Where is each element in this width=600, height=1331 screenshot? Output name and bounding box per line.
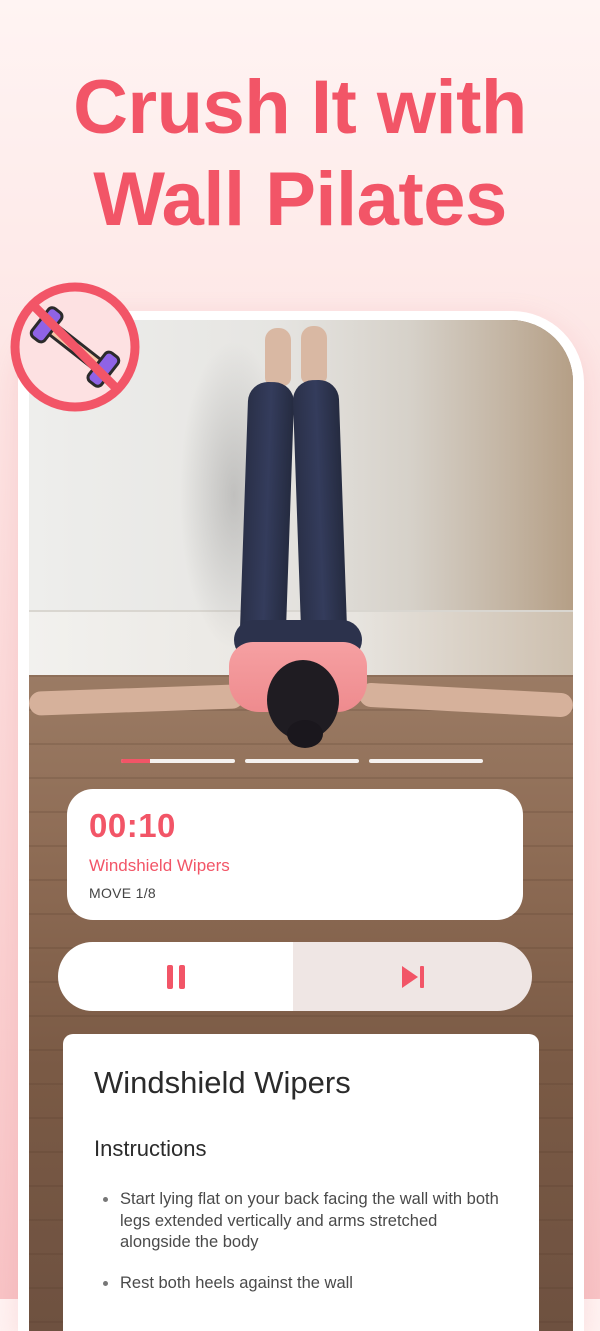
skip-next-icon <box>401 965 424 988</box>
exercise-title: Windshield Wipers <box>94 1065 351 1100</box>
phone-frame: 00:10 Windshield Wipers MOVE 1/8 Windshi… <box>18 311 584 1331</box>
video-progress-bar <box>121 759 483 763</box>
video-leg-left <box>239 381 295 648</box>
progress-segment <box>245 759 359 763</box>
progress-segment <box>369 759 483 763</box>
instruction-step-text: Start lying flat on your back facing the… <box>120 1190 499 1251</box>
video-hair-bun <box>287 720 323 748</box>
instructions-sheet[interactable]: Windshield Wipers Instructions Start lyi… <box>63 1034 539 1331</box>
pause-icon <box>166 964 185 989</box>
instruction-step-text: Rest both heels against the wall <box>120 1273 353 1292</box>
playback-controls <box>58 942 532 1011</box>
instructions-heading: Instructions <box>94 1136 207 1161</box>
video-foot-left <box>265 328 291 386</box>
timer-move-name: Windshield Wipers <box>89 856 230 875</box>
timer-time: 00:10 <box>89 807 176 844</box>
instructions-list: Start lying flat on your back facing the… <box>94 1189 509 1294</box>
bullet-dot <box>103 1197 108 1202</box>
video-leg-right <box>292 379 348 649</box>
instruction-step: Rest both heels against the wall <box>94 1273 509 1295</box>
workout-screen: 00:10 Windshield Wipers MOVE 1/8 Windshi… <box>29 320 573 1331</box>
skip-next-button[interactable] <box>293 942 532 1011</box>
headline-line-1: Crush It with <box>73 65 527 150</box>
video-foot-right <box>301 326 327 384</box>
bullet-dot <box>103 1280 108 1286</box>
progress-segment <box>121 759 235 763</box>
pause-button[interactable] <box>58 942 293 1011</box>
progress-segment-fill <box>121 759 150 763</box>
no-dumbbell-icon <box>10 282 140 412</box>
headline: Crush It with Wall Pilates <box>0 62 600 246</box>
headline-line-2: Wall Pilates <box>93 157 507 242</box>
timer-move-counter: MOVE 1/8 <box>89 885 156 901</box>
instruction-step: Start lying flat on your back facing the… <box>94 1189 509 1254</box>
timer-card: 00:10 Windshield Wipers MOVE 1/8 <box>67 789 523 920</box>
